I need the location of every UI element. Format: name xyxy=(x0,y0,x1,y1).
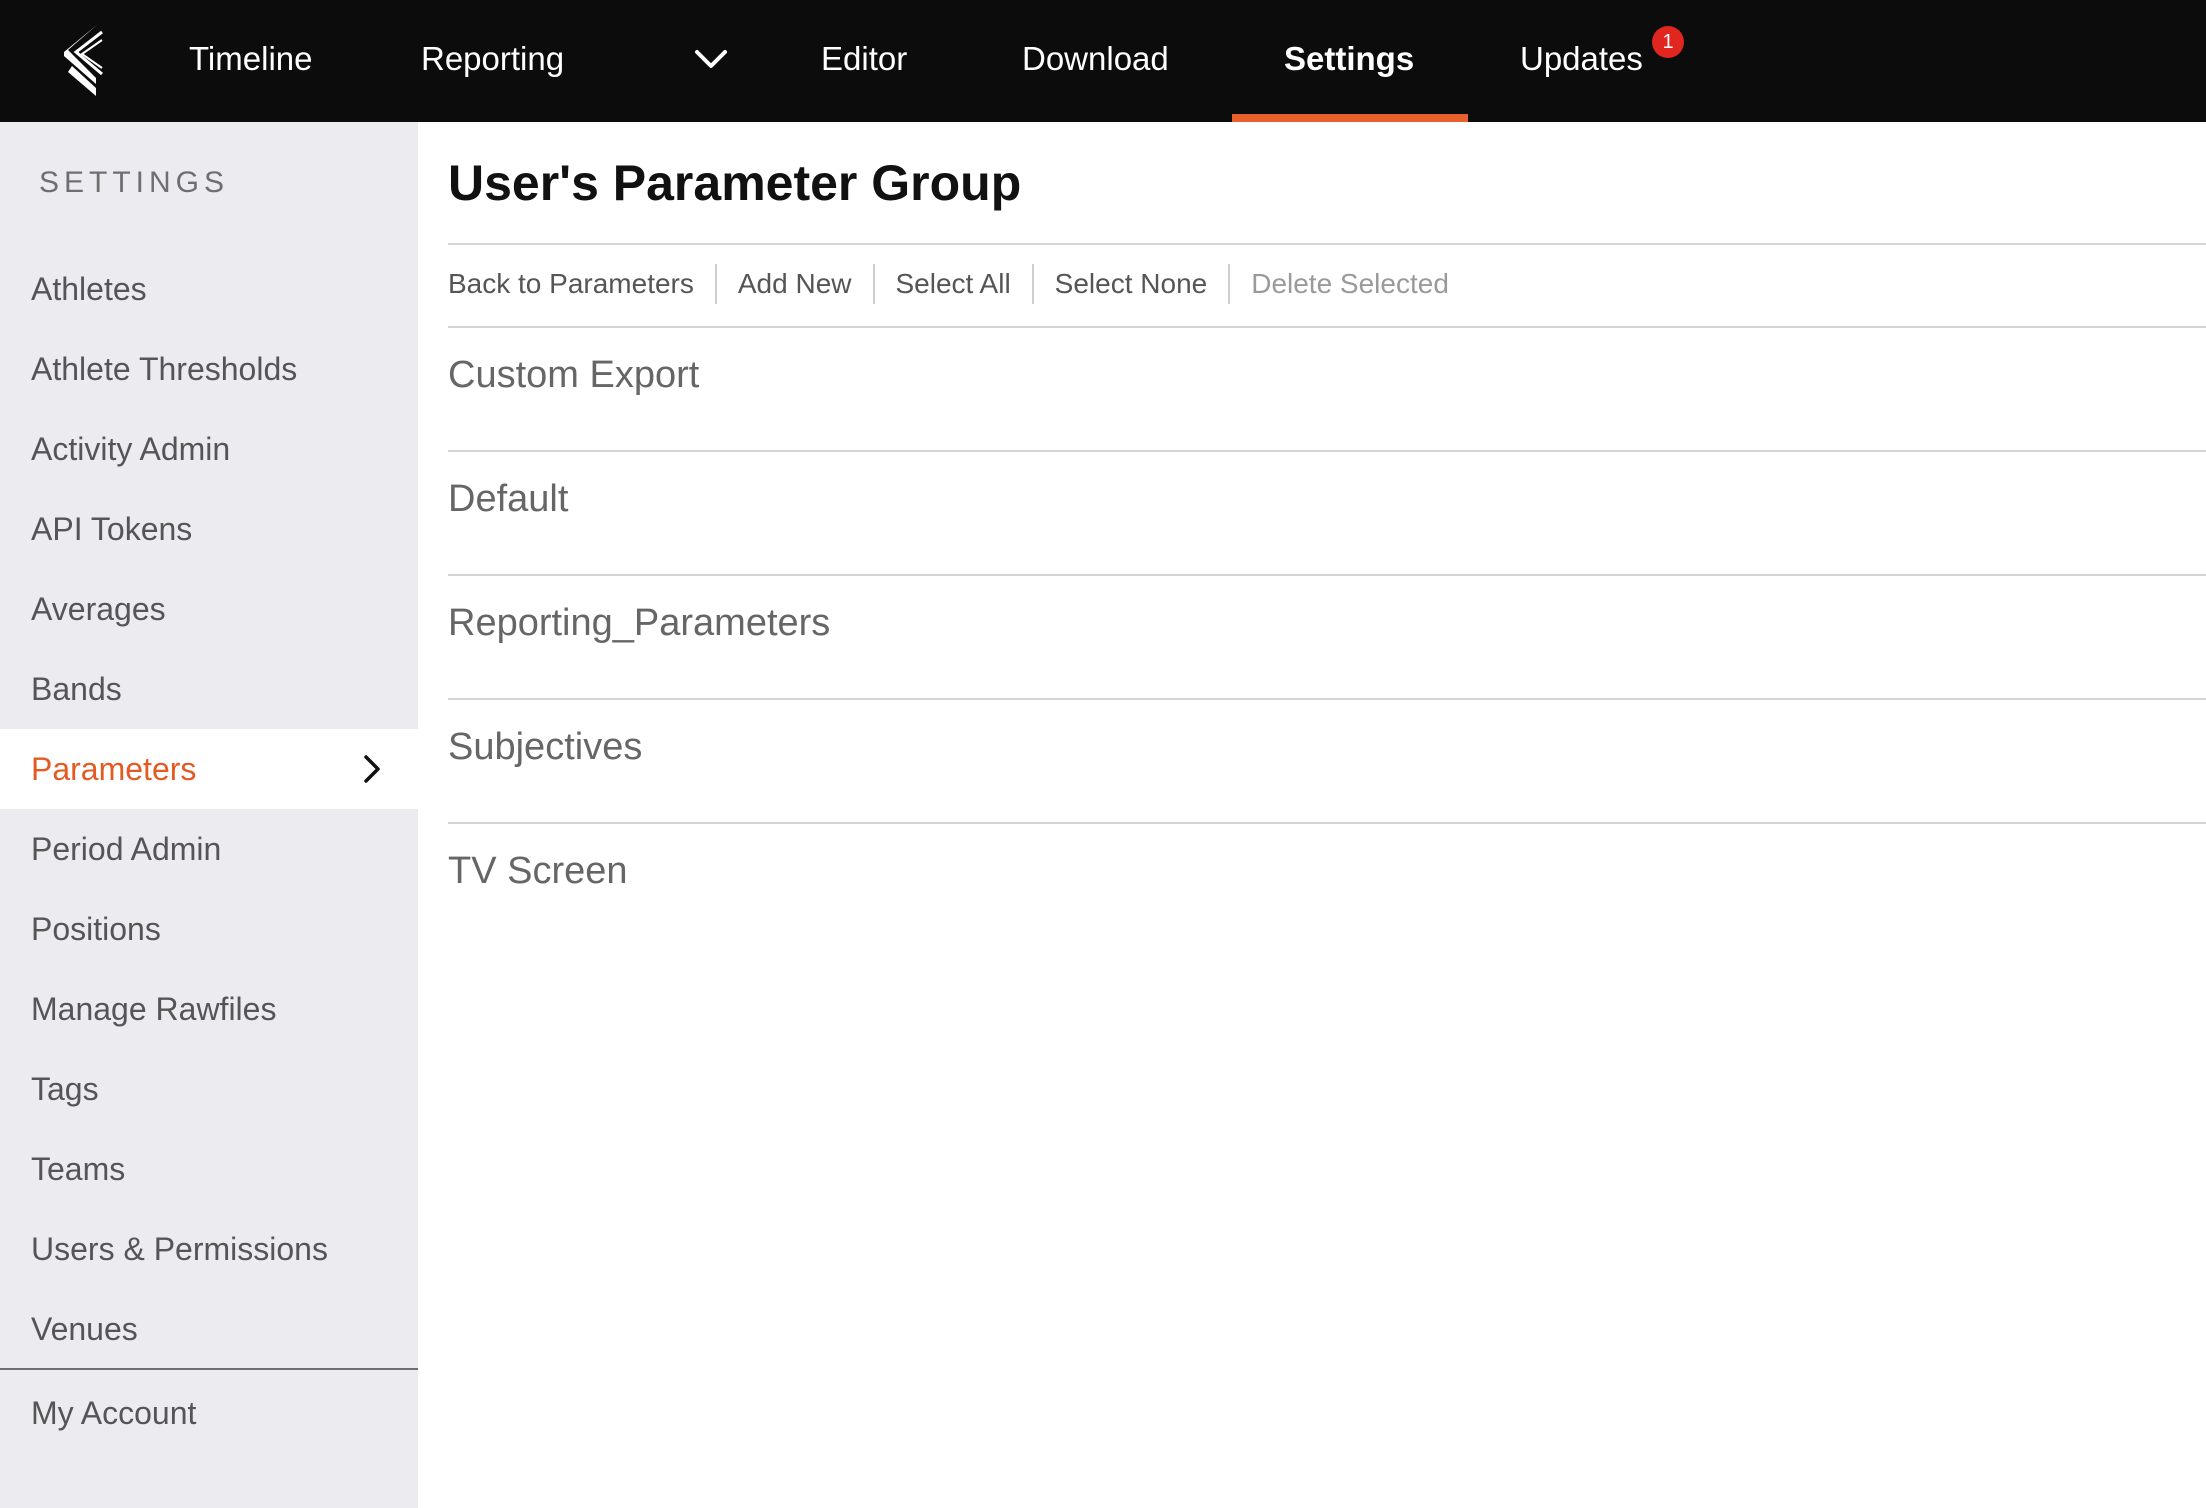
list-item[interactable]: Default xyxy=(448,452,2206,576)
sidebar-heading: SETTINGS xyxy=(39,166,230,199)
app-logo-icon[interactable] xyxy=(62,22,108,98)
sidebar-item-positions[interactable]: Positions xyxy=(0,889,418,969)
chevron-right-icon xyxy=(364,755,380,783)
sidebar-item-tags[interactable]: Tags xyxy=(0,1049,418,1129)
group-name: Default xyxy=(448,478,569,520)
top-navigation-bar: Timeline Reporting Editor Download Setti… xyxy=(0,0,2206,122)
sidebar-divider xyxy=(0,1368,418,1370)
sidebar-item-period-admin[interactable]: Period Admin xyxy=(0,809,418,889)
group-name: TV Screen xyxy=(448,850,628,892)
list-item[interactable]: Subjectives xyxy=(448,700,2206,824)
delete-selected-button[interactable]: Delete Selected xyxy=(1228,264,1470,304)
nav-settings[interactable]: Settings xyxy=(1284,0,1414,122)
group-name: Custom Export xyxy=(448,354,700,396)
sidebar-item-manage-rawfiles[interactable]: Manage Rawfiles xyxy=(0,969,418,1049)
sidebar-item-label: Parameters xyxy=(31,751,197,787)
nav-reporting[interactable]: Reporting xyxy=(421,0,564,122)
add-new-button[interactable]: Add New xyxy=(714,264,873,304)
reporting-chevron-down-icon[interactable] xyxy=(693,44,729,74)
page-title: User's Parameter Group xyxy=(448,155,1022,211)
sidebar-item-my-account[interactable]: My Account xyxy=(0,1373,418,1453)
sidebar-item-users-permissions[interactable]: Users & Permissions xyxy=(0,1209,418,1289)
nav-timeline[interactable]: Timeline xyxy=(189,0,312,122)
list-item[interactable]: Custom Export xyxy=(448,328,2206,452)
sidebar-item-parameters[interactable]: Parameters xyxy=(0,729,418,809)
sidebar-item-api-tokens[interactable]: API Tokens xyxy=(0,489,418,569)
title-divider xyxy=(448,243,2206,245)
list-item[interactable]: Reporting_Parameters xyxy=(448,576,2206,700)
nav-download[interactable]: Download xyxy=(1022,0,1169,122)
group-name: Subjectives xyxy=(448,726,643,768)
nav-updates[interactable]: Updates xyxy=(1520,0,1643,122)
updates-count-badge: 1 xyxy=(1652,26,1684,58)
list-item[interactable]: TV Screen xyxy=(448,824,2206,948)
select-none-button[interactable]: Select None xyxy=(1031,264,1229,304)
sidebar-item-activity-admin[interactable]: Activity Admin xyxy=(0,409,418,489)
settings-sidebar: SETTINGS Athletes Athlete Thresholds Act… xyxy=(0,122,418,1508)
sidebar-item-teams[interactable]: Teams xyxy=(0,1129,418,1209)
sidebar-item-athletes[interactable]: Athletes xyxy=(0,249,418,329)
group-name: Reporting_Parameters xyxy=(448,602,831,644)
nav-active-indicator xyxy=(1232,114,1468,122)
sidebar-item-bands[interactable]: Bands xyxy=(0,649,418,729)
select-all-button[interactable]: Select All xyxy=(872,264,1032,304)
nav-editor[interactable]: Editor xyxy=(821,0,907,122)
sidebar-item-averages[interactable]: Averages xyxy=(0,569,418,649)
back-to-parameters-button[interactable]: Back to Parameters xyxy=(448,264,715,304)
parameter-group-toolbar: Back to Parameters Add New Select All Se… xyxy=(448,263,1470,305)
sidebar-item-athlete-thresholds[interactable]: Athlete Thresholds xyxy=(0,329,418,409)
sidebar-item-venues[interactable]: Venues xyxy=(0,1289,418,1369)
